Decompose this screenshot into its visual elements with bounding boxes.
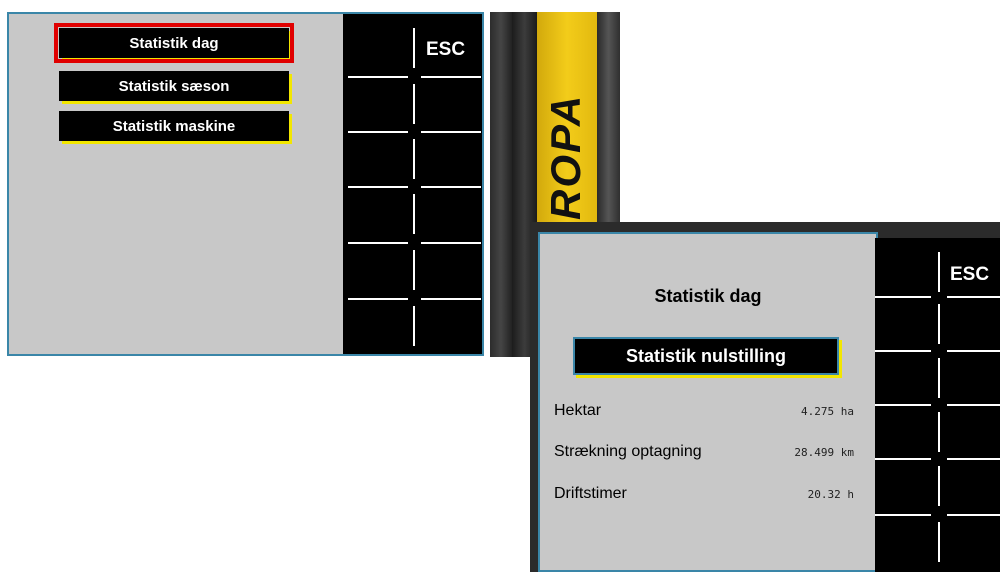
softkey-divider: [421, 131, 481, 133]
stat-row-straekning: Strækning optagning 28.499 km: [554, 443, 854, 465]
softkey-divider: [421, 186, 481, 188]
stat-row-hektar: Hektar 4.275 ha: [554, 402, 854, 424]
menu-area: Statistik dag Statistik sæson Statistik …: [9, 14, 344, 354]
ropa-logo: ROPA: [542, 93, 589, 220]
softkey-divider: [348, 131, 408, 133]
softkey-divider: [947, 404, 1000, 406]
softkey-divider: [947, 296, 1000, 298]
softkey-panel: ESC: [875, 238, 1000, 572]
menu-item-statistik-dag[interactable]: Statistik dag: [54, 23, 294, 63]
softkey-divider: [947, 458, 1000, 460]
stat-row-driftstimer: Driftstimer 20.32 h: [554, 485, 854, 507]
softkey-divider: [421, 298, 481, 300]
page-title: Statistik dag: [654, 286, 762, 306]
statistics-menu-screen: Statistik dag Statistik sæson Statistik …: [7, 12, 484, 356]
softkey-divider: [348, 186, 408, 188]
softkey-divider: [421, 76, 481, 78]
softkey-divider: [348, 242, 408, 244]
softkey-divider: [875, 296, 931, 298]
stat-label: Hektar: [554, 402, 602, 419]
softkey-divider: [875, 350, 931, 352]
statistik-dag-screen: Statistik dag Statistik nulstilling Hekt…: [530, 222, 1000, 572]
stat-value: 4.275 ha: [801, 405, 854, 418]
esc-softkey[interactable]: ESC: [426, 39, 465, 61]
softkey-divider: [348, 298, 408, 300]
softkey-divider: [947, 350, 1000, 352]
menu-item-statistik-saeson[interactable]: Statistik sæson: [59, 71, 289, 101]
statistics-panel: Statistik dag Statistik nulstilling Hekt…: [538, 232, 878, 572]
stat-label: Strækning optagning: [554, 443, 702, 460]
softkey-divider: [875, 458, 931, 460]
stat-value: 20.32 h: [807, 488, 854, 501]
softkey-divider: [421, 242, 481, 244]
softkey-divider: [875, 514, 931, 516]
stat-value: 28.499 km: [794, 446, 854, 459]
softkey-divider: [875, 404, 931, 406]
menu-item-statistik-maskine[interactable]: Statistik maskine: [59, 111, 289, 141]
statistics-reset-button[interactable]: Statistik nulstilling: [573, 337, 839, 375]
softkey-divider: [947, 514, 1000, 516]
stat-label: Driftstimer: [554, 485, 627, 502]
softkey-panel: ESC: [343, 14, 482, 354]
softkey-divider: [348, 76, 408, 78]
esc-softkey[interactable]: ESC: [950, 264, 989, 286]
